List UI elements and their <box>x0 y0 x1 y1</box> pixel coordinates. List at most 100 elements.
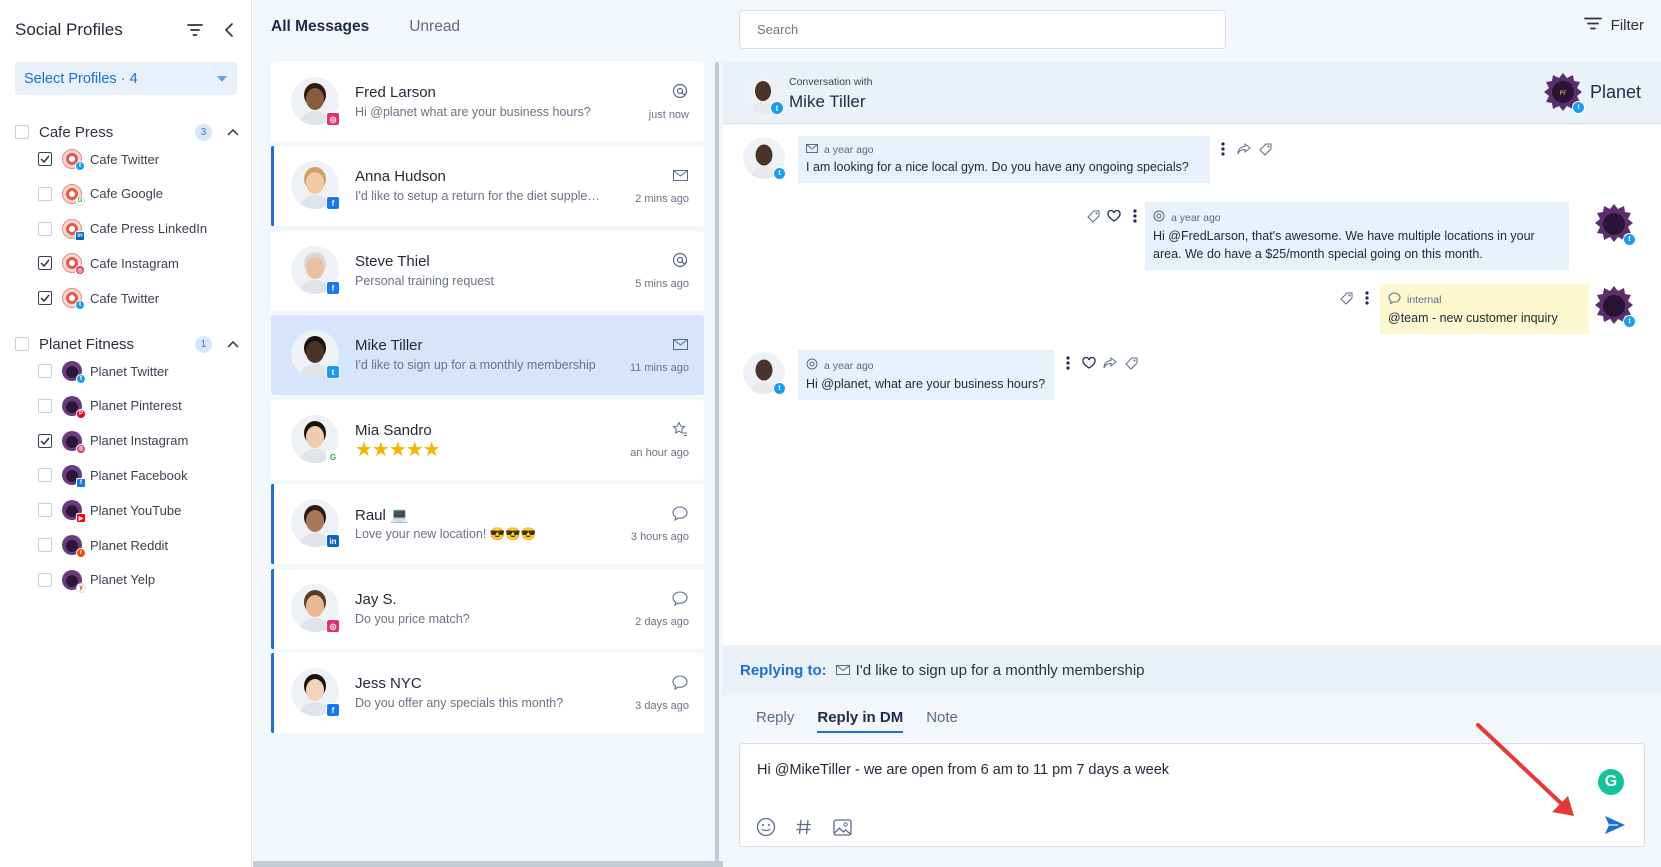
profile-row[interactable]: ◎ Cafe Instagram <box>38 251 238 276</box>
message-thread: t a year ago I am looking for a nice loc… <box>723 125 1661 645</box>
replying-to-message: I'd like to sign up for a monthly member… <box>855 661 1145 679</box>
chevron-up-icon[interactable] <box>226 337 240 351</box>
profile-checkbox[interactable] <box>38 538 52 552</box>
reply-input-text[interactable]: Hi @MikeTiller - we are open from 6 am t… <box>757 762 1169 778</box>
sender-name: Raul 💻 <box>355 507 409 524</box>
message-time: a year ago <box>1171 211 1221 224</box>
hashtag-icon[interactable] <box>793 816 815 838</box>
tab-reply-in-dm[interactable]: Reply in DM <box>817 709 904 733</box>
profile-checkbox[interactable] <box>38 291 52 306</box>
heart-icon[interactable] <box>1082 356 1096 370</box>
comment-icon <box>671 589 689 607</box>
profile-row[interactable]: in Cafe Press LinkedIn <box>38 217 238 241</box>
grammarly-icon[interactable]: G <box>1598 769 1624 795</box>
profile-row[interactable]: f Planet Facebook <box>38 463 238 489</box>
message-card[interactable]: ◎ Fred Larson Hi @planet what are your bus… <box>271 62 704 142</box>
filter-icon[interactable] <box>184 19 206 41</box>
message-text-line-2: area. We do have a $25/month special goi… <box>1153 247 1483 261</box>
tag-icon[interactable] <box>1086 209 1100 223</box>
collapse-sidebar-icon[interactable] <box>218 19 240 41</box>
profile-checkbox[interactable] <box>38 433 52 448</box>
message-card[interactable]: f Jess NYC Do you offer any specials this … <box>271 653 704 733</box>
more-vertical-icon[interactable] <box>1216 142 1230 156</box>
heart-icon[interactable] <box>1107 209 1121 223</box>
youtube-icon: ▶ <box>76 513 86 524</box>
sender-avatar: ◎ <box>291 584 340 633</box>
group-checkbox[interactable] <box>15 337 29 351</box>
group-checkbox[interactable] <box>15 125 29 139</box>
profile-row[interactable]: r Planet Reddit <box>38 533 238 558</box>
group-count-badge: 1 <box>195 335 212 353</box>
message-actions <box>1086 209 1142 223</box>
message-time: 5 mins ago <box>635 278 689 290</box>
message-card[interactable]: f Anna Hudson I'd like to setup a return f… <box>271 146 704 226</box>
message-time: a year ago <box>824 359 874 372</box>
tab-reply[interactable]: Reply <box>756 709 794 733</box>
message-card[interactable]: f Steve Thiel Personal training request 5 m… <box>271 231 704 311</box>
send-button[interactable] <box>1602 813 1628 837</box>
google-icon: G <box>75 195 85 206</box>
more-vertical-icon[interactable] <box>1128 209 1142 223</box>
horizontal-scrollbar[interactable] <box>253 861 723 867</box>
brand-account[interactable]: PF t Planet <box>1543 72 1641 114</box>
message-bubble-incoming: a year ago I am looking for a nice local… <box>798 136 1210 183</box>
profile-row[interactable]: P Planet Pinterest <box>38 394 238 419</box>
more-vertical-icon[interactable] <box>1061 356 1075 370</box>
mail-icon <box>671 166 689 184</box>
profile-checkbox[interactable] <box>38 503 52 518</box>
internal-note-bubble: internal @team - new customer inquiry <box>1380 284 1589 334</box>
message-time: an hour ago <box>630 447 689 459</box>
share-icon[interactable] <box>1103 356 1117 370</box>
tag-icon[interactable] <box>1258 142 1272 156</box>
profile-row[interactable]: t Planet Twitter <box>38 359 238 384</box>
emoji-icon[interactable] <box>755 816 777 838</box>
search-input[interactable] <box>739 10 1226 49</box>
note-actions <box>1339 291 1374 305</box>
profile-checkbox[interactable] <box>38 256 52 271</box>
group-planet-fitness: Planet Fitness 1 <box>15 333 240 355</box>
profile-checkbox[interactable] <box>38 221 52 236</box>
message-card[interactable]: G Mia Sandro ★★★★★ an hour ago <box>271 400 704 480</box>
profile-row[interactable]: t Cafe Twitter <box>38 147 238 171</box>
profile-row[interactable]: ▶ Planet YouTube <box>38 498 238 524</box>
profile-checkbox[interactable] <box>38 152 52 166</box>
conversation-panel: Filter t Conversation with Mike Tiller P… <box>723 0 1661 867</box>
profile-row[interactable]: t Cafe Twitter <box>38 286 238 311</box>
chevron-up-icon[interactable] <box>226 125 240 139</box>
tab-unread[interactable]: Unread <box>409 18 460 42</box>
profile-checkbox[interactable] <box>38 572 52 587</box>
select-profiles-dropdown[interactable]: Select Profiles · 4 <box>15 62 237 95</box>
filter-button[interactable]: Filter <box>1583 17 1644 34</box>
profile-checkbox[interactable] <box>38 398 52 413</box>
more-vertical-icon[interactable] <box>1360 291 1374 305</box>
profile-row[interactable]: G Cafe Google <box>38 182 238 206</box>
list-scrollbar[interactable] <box>715 62 719 862</box>
reply-composer[interactable]: Hi @MikeTiller - we are open from 6 am t… <box>739 743 1645 847</box>
tab-note[interactable]: Note <box>926 709 958 733</box>
profile-checkbox[interactable] <box>38 364 52 378</box>
composer-toolbar <box>755 816 853 838</box>
message-actions <box>1216 142 1272 156</box>
message-card[interactable]: t Mike Tiller I'd like to sign up for a mo… <box>271 315 704 395</box>
profile-row[interactable]: y Planet Yelp <box>38 568 238 593</box>
reddit-icon: r <box>76 548 86 558</box>
reply-tabs: Reply Reply in DM Note <box>756 709 981 733</box>
image-icon[interactable] <box>831 816 853 838</box>
profile-checkbox[interactable] <box>38 186 52 201</box>
brand-avatar: t <box>1593 203 1636 246</box>
tab-all-messages[interactable]: All Messages <box>271 18 369 42</box>
conversation-header: t Conversation with Mike Tiller PF t Pla… <box>723 62 1661 124</box>
profile-name: Cafe Instagram <box>90 255 179 271</box>
facebook-icon: f <box>326 196 340 210</box>
contact-avatar: t <box>743 137 786 180</box>
share-icon[interactable] <box>1237 142 1251 156</box>
tag-icon[interactable] <box>1339 291 1353 305</box>
tag-icon[interactable] <box>1124 356 1138 370</box>
profile-checkbox[interactable] <box>38 468 52 483</box>
comment-icon <box>671 673 689 691</box>
message-card[interactable]: ◎ Jay S. Do you price match? 2 days ago <box>271 569 704 649</box>
profile-row[interactable]: ◎ Planet Instagram <box>38 429 238 454</box>
sender-avatar: f <box>291 161 340 210</box>
message-card[interactable]: in Raul 💻 Love your new location! 😎😎😎 3 hou… <box>271 484 704 564</box>
message-actions <box>1061 356 1138 370</box>
